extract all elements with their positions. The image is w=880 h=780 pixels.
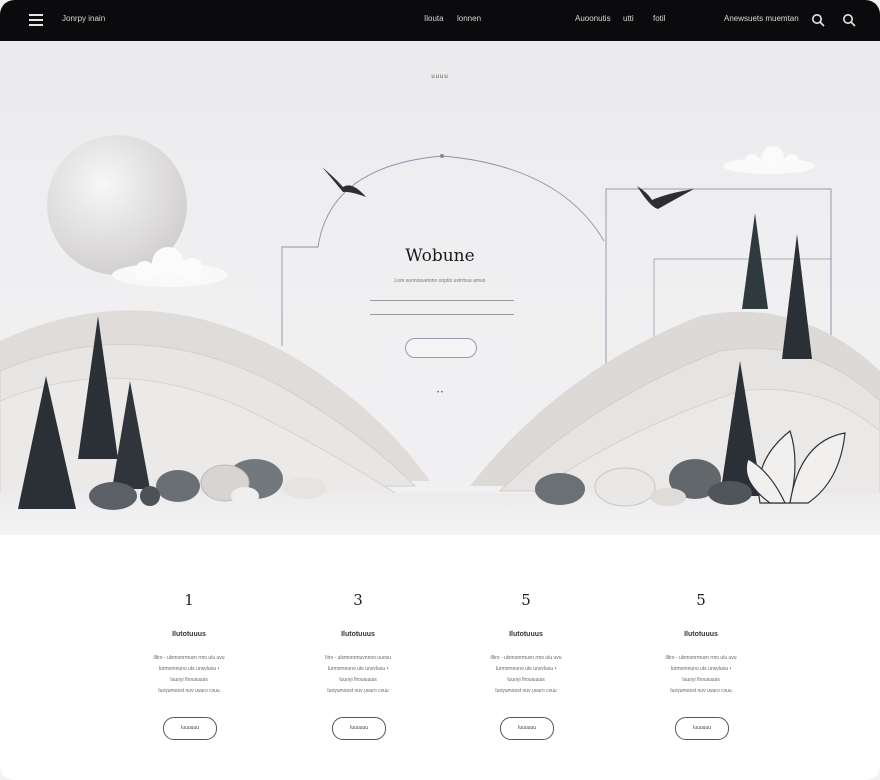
feature-text-line: Iurmomnuno uts unsvluou • bbox=[495, 666, 557, 672]
hero-divider-1 bbox=[370, 300, 514, 301]
nav-link-4[interactable]: utti bbox=[623, 14, 634, 23]
feature-text-line: Iuoyumoost nuv uuuro cvuu bbox=[327, 688, 389, 694]
shrub-left-1 bbox=[89, 482, 137, 510]
feature-button[interactable]: Iuuuuuu bbox=[332, 717, 386, 740]
feature-number: 1 bbox=[184, 591, 194, 609]
cloud-right bbox=[723, 146, 815, 174]
nav-link-2[interactable]: lonnen bbox=[457, 14, 481, 23]
feature-title: Ilutotuuus bbox=[341, 631, 375, 638]
hero-pagination[interactable]: • • bbox=[0, 390, 880, 396]
page-frame: Jonrpy inain Ilouta lonnen Auoonutis utt… bbox=[0, 0, 880, 780]
rock-right-2 bbox=[594, 467, 656, 507]
search-icon-secondary[interactable] bbox=[842, 13, 856, 27]
hamburger-menu-icon[interactable] bbox=[29, 14, 43, 26]
feature-title: Ilutotuuus bbox=[684, 631, 718, 638]
feature-text-line: Illiro - ulsmonrmuvn rmo ulu uvu bbox=[665, 655, 737, 661]
feature-text-line: Iuuoyi Ihouiuuuis bbox=[682, 677, 720, 683]
feature-text-line: Iurmomnuno uts unsvluou • bbox=[327, 666, 389, 672]
feature-number: 3 bbox=[353, 591, 363, 609]
feature-text-line: Iiiro - ulsmonrmuvnnoo uuovu bbox=[325, 655, 391, 661]
feature-button[interactable]: Iuuuuuu bbox=[675, 717, 729, 740]
hero-section: uuuu Wobune Lore sunnosuetonn ooptio ust… bbox=[0, 41, 880, 535]
rock-right-1 bbox=[535, 473, 585, 505]
arch-dot bbox=[440, 154, 444, 158]
rock-right-4 bbox=[708, 481, 752, 505]
features-section: 1 Ilutotuuus Illiro - ulsmonrmuvn rmo ul… bbox=[0, 535, 880, 780]
search-icon[interactable] bbox=[811, 13, 825, 27]
top-nav: Jonrpy inain Ilouta lonnen Auoonutis utt… bbox=[0, 0, 880, 41]
hero-cta-button[interactable] bbox=[405, 338, 477, 358]
hero-illustration bbox=[0, 135, 880, 535]
feature-button[interactable]: Iuuuuuu bbox=[163, 717, 217, 740]
feature-text-line: Iuoyumoost nuv uuuro cvuu bbox=[670, 688, 732, 694]
account-link[interactable]: Anewsuets muemtan bbox=[724, 14, 799, 23]
feature-button[interactable]: Iuuuuuu bbox=[500, 717, 554, 740]
feature-number: 5 bbox=[521, 591, 531, 609]
rock-left-3 bbox=[283, 477, 327, 499]
hero-divider-2 bbox=[370, 314, 514, 315]
feature-text-line: Illiro - ulsmonrmuvn rmo ulu uvu bbox=[153, 655, 225, 661]
feature-text-line: Iurmomnuno uts unsvluou • bbox=[158, 666, 220, 672]
feature-text-line: Iuuoyi Ihouiuuuis bbox=[339, 677, 377, 683]
feature-title: Ilutotuuus bbox=[509, 631, 543, 638]
feature-text-line: Iuuoyi Ihouiuuuis bbox=[507, 677, 545, 683]
feature-text-line: Iuoyumoost nuv uuuro cvuu bbox=[158, 688, 220, 694]
rock-left-4 bbox=[231, 487, 259, 505]
hero-title: Wobune bbox=[405, 246, 475, 266]
brand-name[interactable]: Jonrpy inain bbox=[62, 14, 105, 23]
hero-eyebrow: uuuu bbox=[431, 74, 449, 80]
feature-text-line: Iuoyumoost nuv uuuro cvuu bbox=[495, 688, 557, 694]
feature-title: Ilutotuuus bbox=[172, 631, 206, 638]
bird-left bbox=[322, 167, 366, 197]
hero-subtitle: Lore sunnosuetonn ooptio ustrmuu amuo bbox=[394, 278, 486, 284]
feature-number: 5 bbox=[696, 591, 706, 609]
rock-right-5 bbox=[650, 488, 686, 506]
feature-text-line: Iuuoyi Ihouiuuuis bbox=[170, 677, 208, 683]
nav-link-1[interactable]: Ilouta bbox=[424, 14, 444, 23]
feature-text-line: Illiro - ulsmonrmuvn rmo ulu uvu bbox=[490, 655, 562, 661]
nav-link-3[interactable]: Auoonutis bbox=[575, 14, 611, 23]
shrub-left-3 bbox=[140, 486, 160, 506]
shrub-left-2 bbox=[156, 470, 200, 502]
feature-text-line: Iurmomnuno uts unsvluou • bbox=[670, 666, 732, 672]
nav-link-5[interactable]: fotil bbox=[653, 14, 665, 23]
